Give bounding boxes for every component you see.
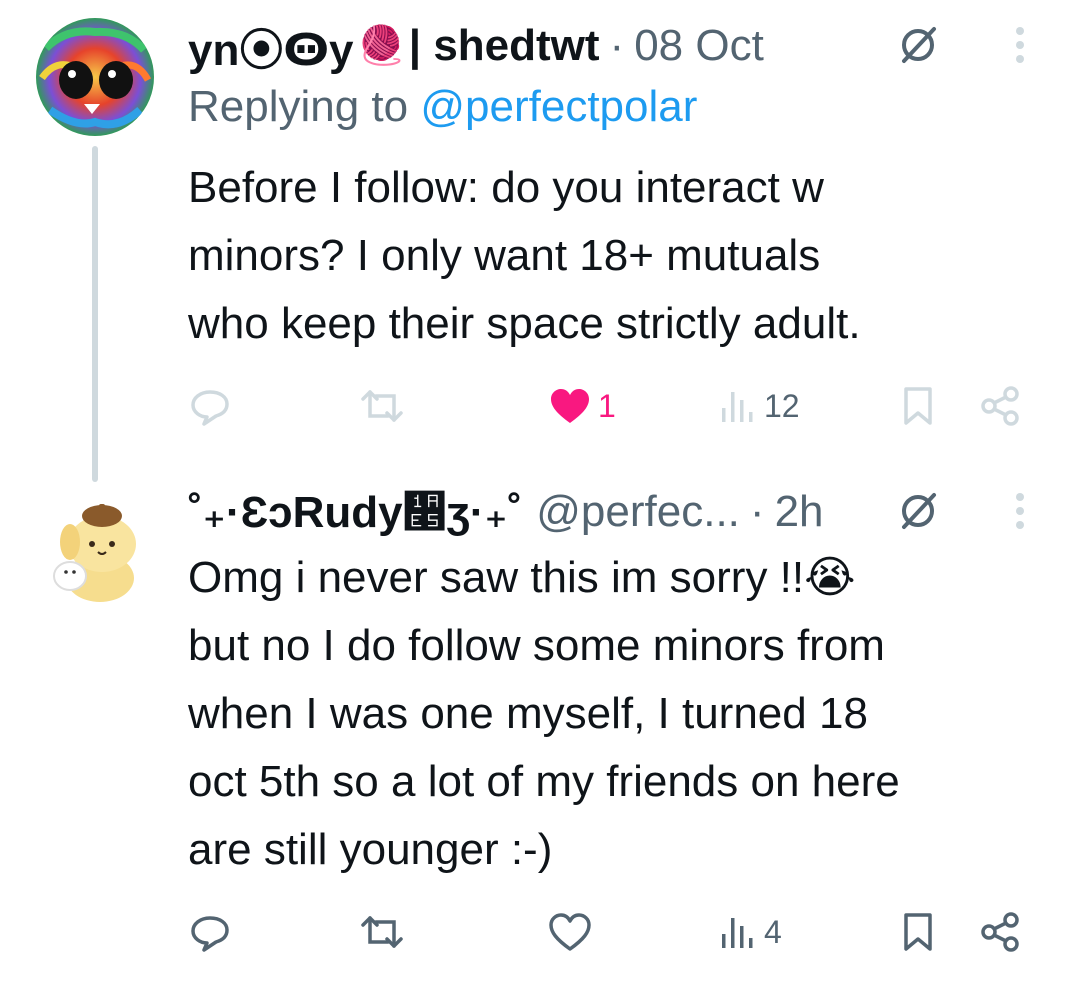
timestamp[interactable]: 08 Oct xyxy=(634,21,764,71)
reply-tweet-2: ˚₊·ƐɔRudy᫥ʒ·₊˚ @perfec... · 2h Omg i nev… xyxy=(0,470,1080,992)
display-name-suffix[interactable]: | shedtwt xyxy=(409,21,600,71)
views-button[interactable]: 12 xyxy=(718,376,800,436)
tweet-text: Omg i never saw this im sorry !!😭 but no… xyxy=(188,544,1058,884)
replying-to-handle[interactable]: @perfectpolar xyxy=(420,82,697,131)
handle[interactable]: @perfec... xyxy=(536,487,740,537)
separator-dot: · xyxy=(609,21,625,70)
reply-tweet-1: yn⦿Ꙫy 🧶 | shedtwt · 08 Oct Replying to @… xyxy=(0,0,1080,482)
replying-to-label: Replying to xyxy=(188,82,409,131)
display-name[interactable]: ˚₊·ƐɔRudy᫥ʒ·₊˚ xyxy=(188,487,522,538)
display-name[interactable]: yn⦿Ꙫy xyxy=(188,14,353,78)
tweet-text-line: are still younger :-) xyxy=(188,825,553,874)
views-button[interactable]: 4 xyxy=(718,902,782,962)
tweet-text: Before I follow: do you interact w minor… xyxy=(188,154,1058,358)
tweet-header: ˚₊·ƐɔRudy᫥ʒ·₊˚ @perfec... · 2h xyxy=(188,482,824,542)
bookmark-button[interactable] xyxy=(898,376,938,436)
tweet-text-line: but no I do follow some minors from xyxy=(188,621,885,670)
tweet-text-line: Before I follow: do you interact w xyxy=(188,163,824,212)
view-count: 4 xyxy=(764,913,782,950)
like-button[interactable]: 1 xyxy=(548,376,616,436)
reply-button[interactable] xyxy=(188,376,232,436)
reply-button[interactable] xyxy=(188,902,232,962)
tweet-header: yn⦿Ꙫy 🧶 | shedtwt · 08 Oct xyxy=(188,16,764,76)
tweet-text-line: when I was one myself, I turned 18 xyxy=(188,689,868,738)
heart-icon xyxy=(549,913,591,951)
thread-connector-line xyxy=(92,146,98,482)
share-button[interactable] xyxy=(978,376,1022,436)
retweet-button[interactable] xyxy=(358,376,406,436)
timestamp[interactable]: 2h xyxy=(775,487,824,537)
share-icon xyxy=(981,386,1019,426)
bookmark-button[interactable] xyxy=(898,902,938,962)
like-button[interactable] xyxy=(548,902,592,962)
tweet-text-line: who keep their space strictly adult. xyxy=(188,299,861,348)
share-icon xyxy=(981,912,1019,952)
more-vertical-icon[interactable] xyxy=(1000,486,1040,536)
retweet-icon xyxy=(361,390,403,422)
tweet-text-line: minors? I only want 18+ mutuals xyxy=(188,231,821,280)
view-count: 12 xyxy=(764,387,800,424)
retweet-button[interactable] xyxy=(358,902,406,962)
avatar[interactable] xyxy=(36,492,154,610)
circle-slash-icon[interactable] xyxy=(888,486,948,536)
tweet-text-line: Omg i never saw this im sorry !!😭 xyxy=(188,553,856,602)
reply-icon xyxy=(191,390,229,426)
retweet-icon xyxy=(361,916,403,948)
yarn-emoji: 🧶 xyxy=(357,25,405,67)
bookmark-icon xyxy=(904,913,932,951)
share-button[interactable] xyxy=(978,902,1022,962)
avatar[interactable] xyxy=(36,18,154,136)
bar-chart-icon xyxy=(722,392,753,422)
more-vertical-icon[interactable] xyxy=(1000,20,1040,70)
action-bar: 1 12 xyxy=(188,376,1028,436)
action-bar: 4 xyxy=(188,902,1028,962)
bookmark-icon xyxy=(904,387,932,425)
bar-chart-icon xyxy=(722,918,753,948)
replying-to: Replying to @perfectpolar xyxy=(188,82,697,132)
tweet-text-line: oct 5th so a lot of my friends on here xyxy=(188,757,900,806)
like-count: 1 xyxy=(598,387,616,424)
circle-slash-icon[interactable] xyxy=(888,20,948,70)
separator-dot: · xyxy=(749,487,765,536)
reply-icon xyxy=(191,916,229,952)
heart-filled-icon xyxy=(551,389,589,423)
